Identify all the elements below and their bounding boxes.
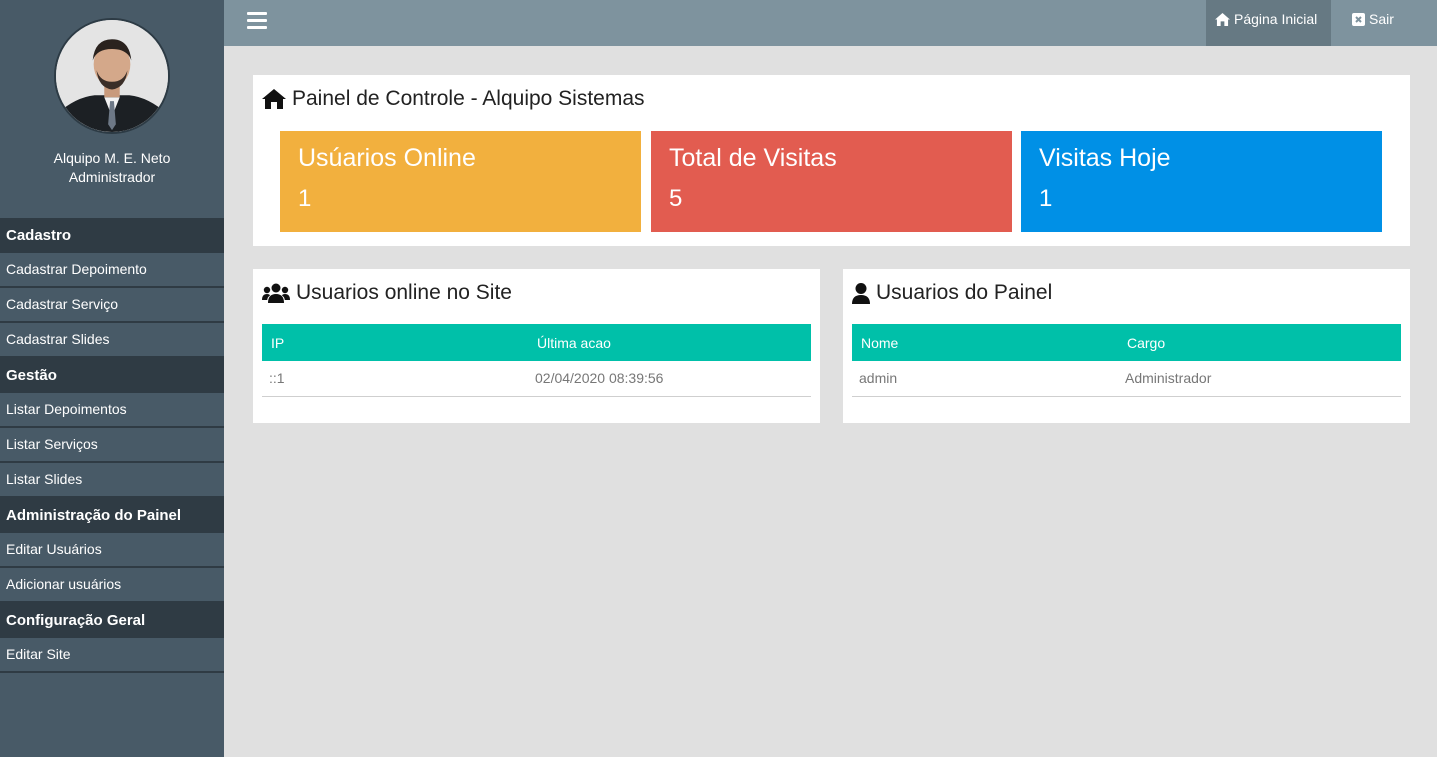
menu-adicionar-usuarios[interactable]: Adicionar usuários [0,568,224,603]
card-visitas-hoje: Visitas Hoje 1 [1021,131,1382,232]
card-value: 1 [298,185,312,212]
column-header-ultima-acao: Última acao [528,324,811,361]
card-value: 1 [1039,185,1053,212]
menu-editar-usuarios[interactable]: Editar Usuários [0,533,224,568]
close-box-icon [1352,13,1365,26]
home-icon [1215,13,1230,26]
home-icon [262,89,286,109]
card-label: Total de Visitas [669,144,837,172]
top-bar: Página Inicial Sair [224,0,1437,46]
exit-label: Sair [1369,11,1394,27]
table-row: admin Administrador [852,361,1401,397]
dashboard-title: Painel de Controle - Alquipo Sistemas [262,87,645,111]
cell-ultima-acao: 02/04/2020 08:39:56 [528,361,811,397]
panel-users-title-text: Usuarios do Painel [876,281,1053,304]
column-header-ip: IP [262,324,528,361]
card-usuarios-online: Usúarios Online 1 [280,131,641,232]
menu-listar-servicos[interactable]: Listar Serviços [0,428,224,463]
dashboard-title-text: Painel de Controle - Alquipo Sistemas [292,87,645,110]
home-label: Página Inicial [1234,11,1318,27]
card-total-visitas: Total de Visitas 5 [651,131,1012,232]
profile-block: Alquipo M. E. Neto Administrador [0,0,224,218]
menu-listar-depoimentos[interactable]: Listar Depoimentos [0,393,224,428]
table-header-row: IP Última acao [262,324,811,361]
card-value: 5 [669,185,683,212]
online-users-title: Usuarios online no Site [262,281,512,305]
column-header-cargo: Cargo [1118,324,1401,361]
menu-header-gestao: Gestão [0,358,224,393]
exit-button[interactable]: Sair [1352,0,1394,46]
cell-ip: ::1 [262,361,528,397]
card-label: Usúarios Online [298,144,476,172]
sidebar: Alquipo M. E. Neto Administrador Cadastr… [0,0,224,757]
menu-toggle-icon[interactable] [247,12,267,32]
online-users-table: IP Última acao ::1 02/04/2020 08:39:56 [262,324,811,397]
menu-editar-site[interactable]: Editar Site [0,638,224,673]
menu-listar-slides[interactable]: Listar Slides [0,463,224,498]
table-header-row: Nome Cargo [852,324,1401,361]
cell-cargo: Administrador [1118,361,1401,397]
menu-header-configuracao: Configuração Geral [0,603,224,638]
user-role: Administrador [68,169,156,185]
card-label: Visitas Hoje [1039,144,1171,172]
table-row: ::1 02/04/2020 08:39:56 [262,361,811,397]
user-icon [852,282,870,304]
menu-cadastrar-slides[interactable]: Cadastrar Slides [0,323,224,358]
panel-users-table: Nome Cargo admin Administrador [852,324,1401,397]
menu-cadastrar-depoimento[interactable]: Cadastrar Depoimento [0,253,224,288]
online-users-panel: Usuarios online no Site IP Última acao :… [253,269,820,423]
home-button[interactable]: Página Inicial [1206,0,1331,46]
users-icon [262,283,290,303]
avatar [54,18,170,134]
online-users-title-text: Usuarios online no Site [296,281,512,304]
dashboard-panel: Painel de Controle - Alquipo Sistemas Us… [253,75,1410,246]
user-name: Alquipo M. E. Neto [53,150,171,166]
panel-users-panel: Usuarios do Painel Nome Cargo admin Admi… [843,269,1410,423]
panel-users-title: Usuarios do Painel [852,281,1052,305]
column-header-nome: Nome [852,324,1118,361]
menu-header-cadastro: Cadastro [0,218,224,253]
cell-nome: admin [852,361,1118,397]
menu-header-administracao: Administração do Painel [0,498,224,533]
menu-cadastrar-servico[interactable]: Cadastrar Serviço [0,288,224,323]
